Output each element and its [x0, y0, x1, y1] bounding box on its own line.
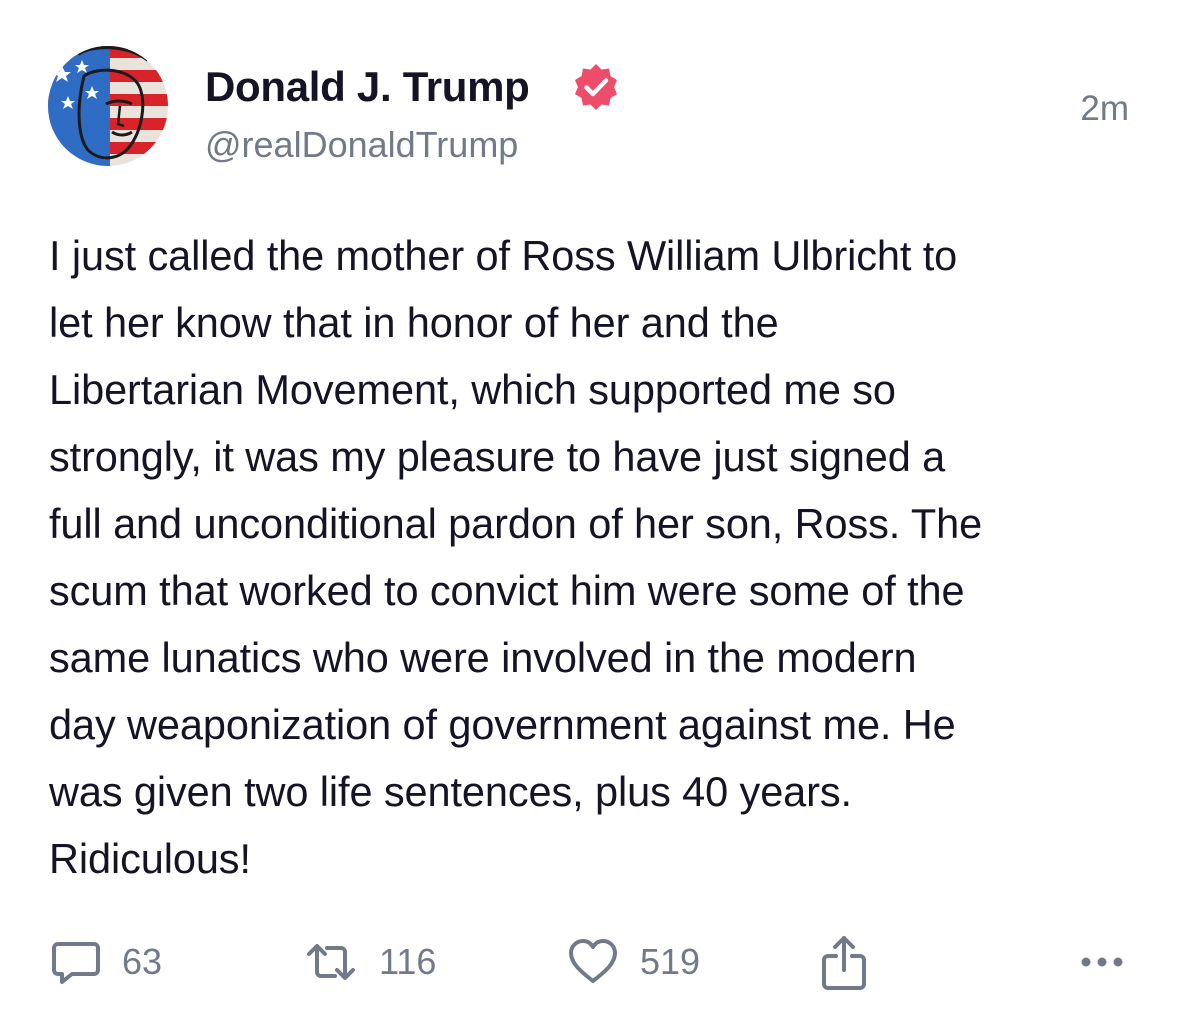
- post-actions-bar: 63 116 519: [0, 930, 1179, 994]
- avatar-image: [48, 46, 168, 166]
- share-button[interactable]: [816, 930, 872, 994]
- more-options-button[interactable]: [1078, 930, 1126, 994]
- like-button[interactable]: 519: [566, 930, 700, 994]
- reply-button[interactable]: 63: [50, 930, 162, 994]
- like-count: 519: [640, 941, 701, 982]
- post-body-text: I just called the mother of Ross William…: [49, 232, 983, 882]
- avatar[interactable]: [48, 46, 168, 166]
- author-handle[interactable]: @realDonaldTrump: [205, 123, 518, 167]
- retruth-icon: [307, 944, 355, 980]
- retruth-button[interactable]: 116: [303, 930, 436, 994]
- reply-count: 63: [122, 941, 163, 982]
- verified-badge-icon: [575, 64, 617, 110]
- more-icon: [1081, 957, 1123, 967]
- heart-icon: [569, 939, 617, 983]
- share-icon: [822, 936, 866, 990]
- comment-icon: [52, 942, 100, 984]
- post-timestamp[interactable]: 2m: [1080, 88, 1129, 130]
- author-display-name[interactable]: Donald J. Trump: [205, 62, 530, 112]
- retruth-count: 116: [379, 941, 437, 982]
